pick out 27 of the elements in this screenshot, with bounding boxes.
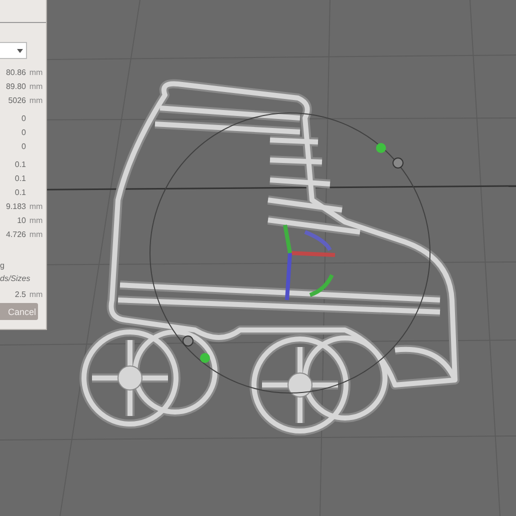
unit-label: mm [28, 216, 44, 224]
value-field[interactable]: 0 [0, 142, 26, 150]
value-field[interactable]: 5026 [0, 96, 26, 104]
3d-viewport[interactable]: 80.86 mm 89.80 mm 5026 mm 0 0 0 0.1 0.1 0.1 9.183 mm 10 mm 4.726 mm g ds/Sizes 2.5 mm Cancel [0, 0, 516, 516]
roller-skate-model-drawing[interactable] [80, 79, 460, 436]
transform-gizmo-drawing[interactable] [150, 112, 430, 394]
caret-icon [17, 48, 23, 52]
value-field[interactable]: 0.1 [0, 160, 26, 168]
value-field[interactable]: 4.726 [0, 230, 26, 238]
unit-label: mm [28, 96, 44, 104]
unit-label: mm [28, 230, 44, 238]
unit-label: mm [28, 290, 44, 298]
value-field[interactable]: 0.1 [0, 174, 26, 182]
option-label: g [0, 261, 6, 272]
value-field[interactable]: 80.86 [0, 68, 26, 76]
value-field[interactable]: 2.5 [0, 290, 26, 298]
unit-label: mm [28, 82, 44, 90]
value-field[interactable]: 9.183 [0, 202, 26, 210]
option-hint: ds/Sizes [0, 274, 32, 285]
value-field[interactable]: 10 [0, 216, 26, 224]
value-field[interactable]: 0 [0, 114, 26, 122]
value-field[interactable]: 0.1 [0, 188, 26, 196]
unit-label: mm [28, 202, 44, 210]
dropdown[interactable] [0, 42, 27, 59]
value-field[interactable]: 0 [0, 128, 26, 136]
value-field[interactable]: 89.80 [0, 82, 26, 90]
unit-label: mm [28, 68, 44, 76]
